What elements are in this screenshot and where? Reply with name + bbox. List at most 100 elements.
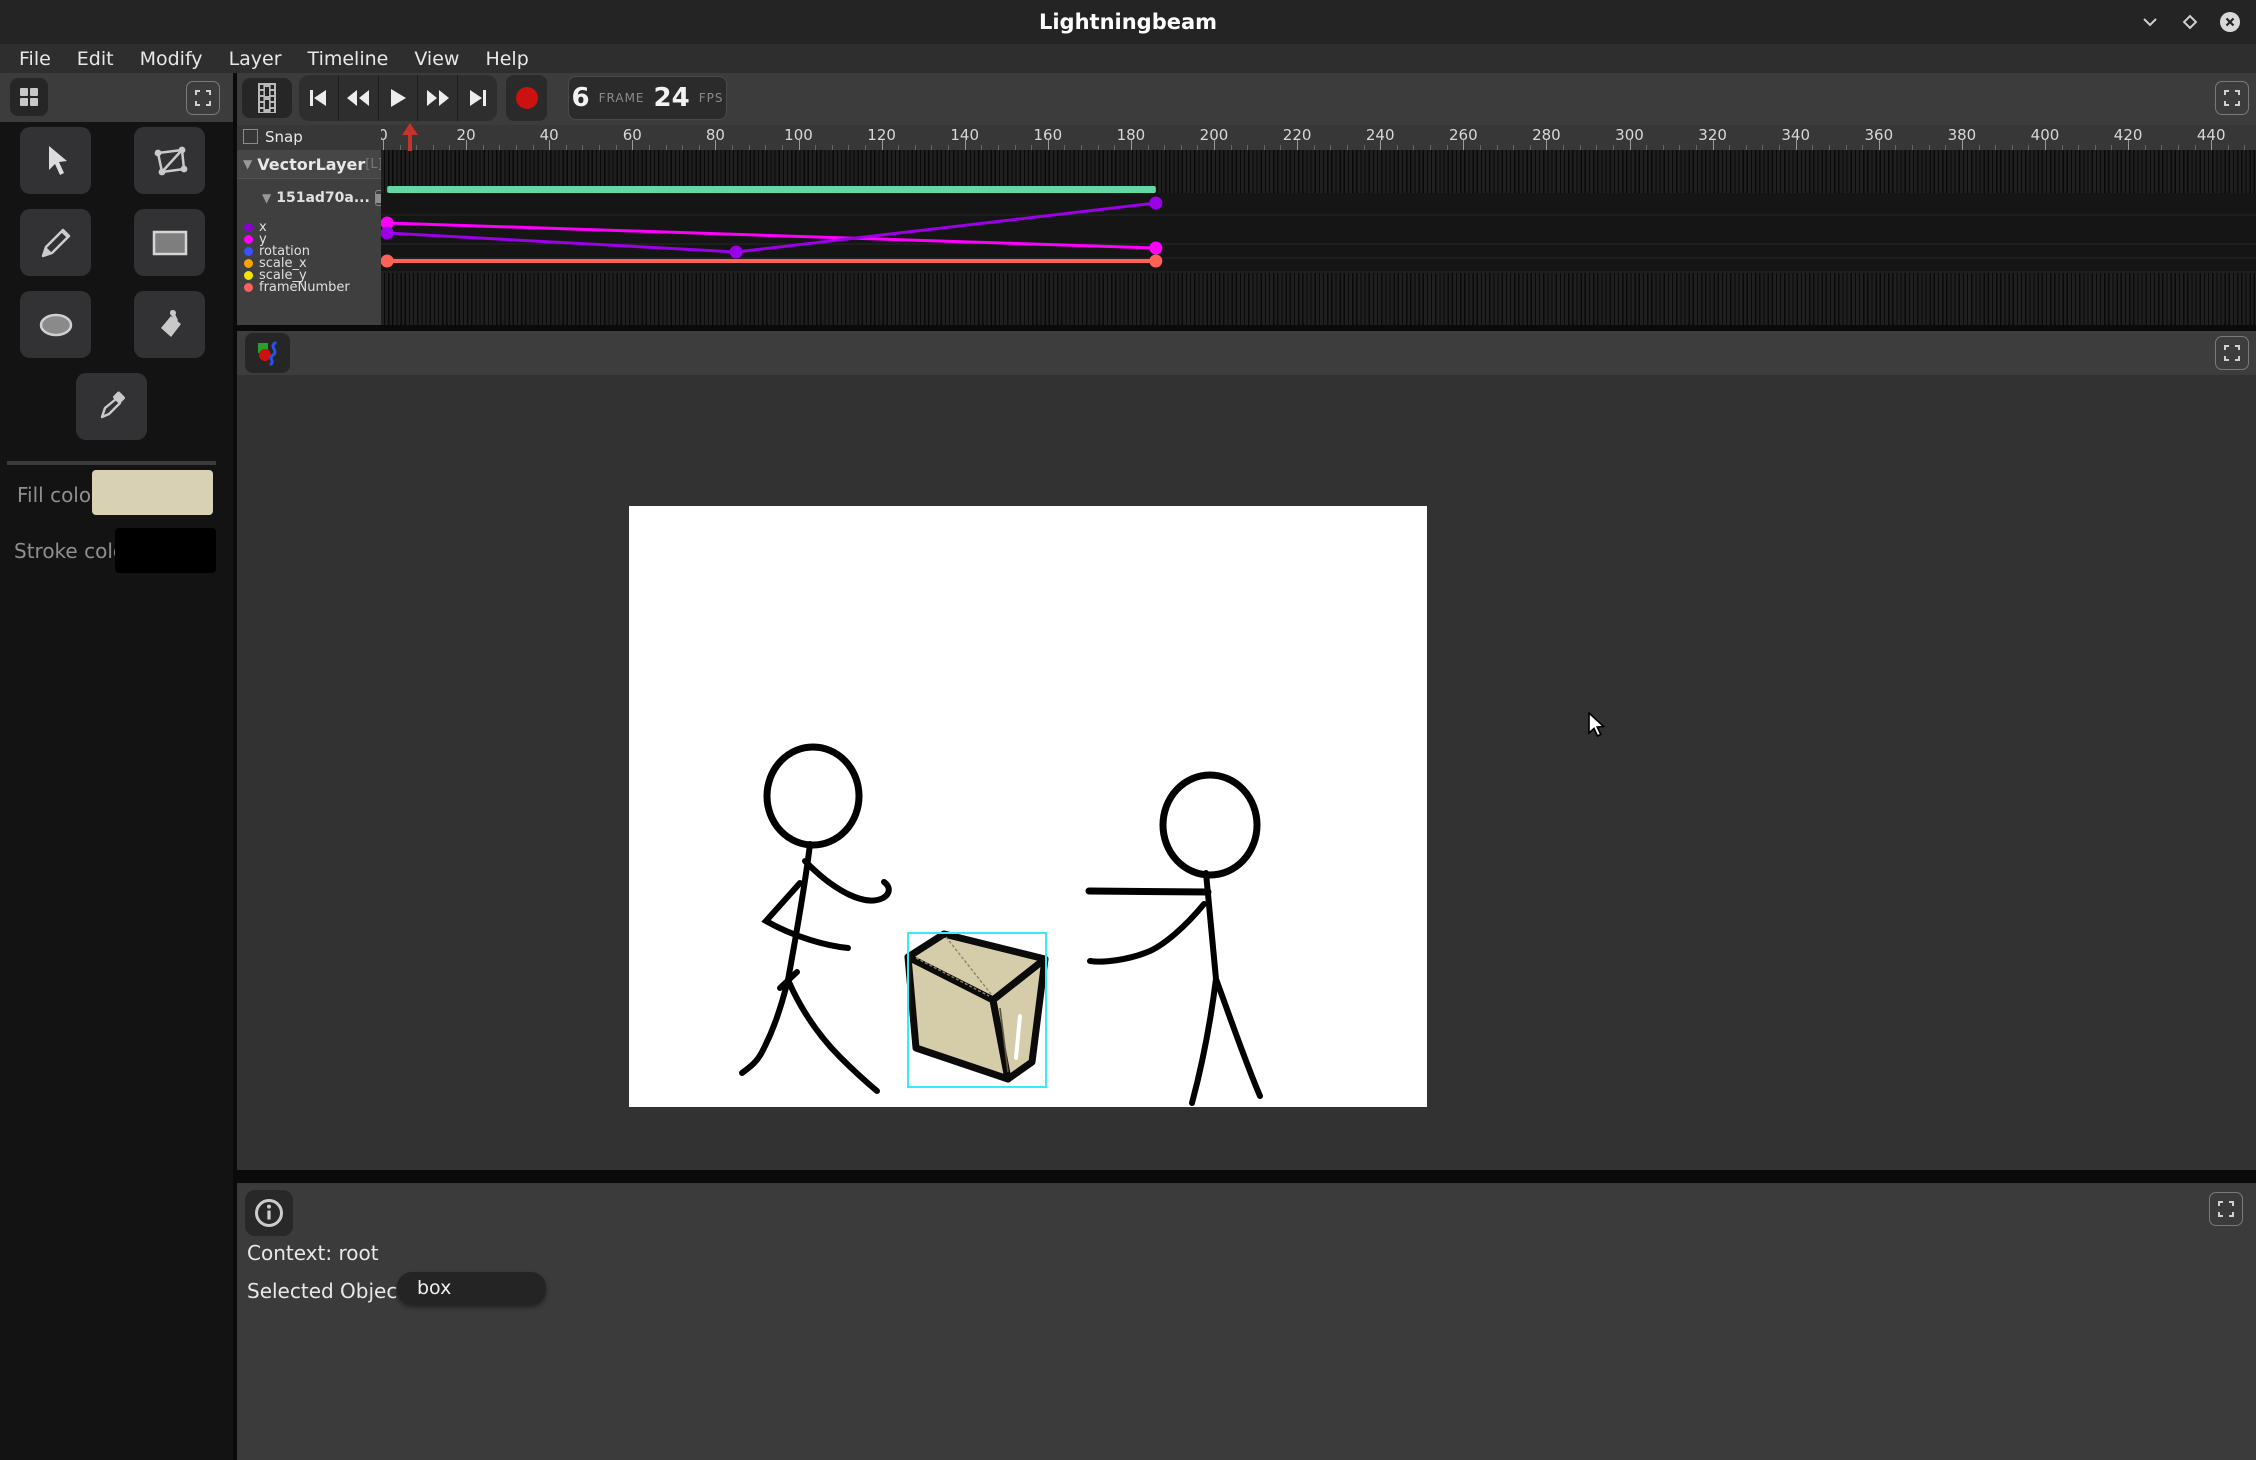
menu-layer[interactable]: Layer xyxy=(216,48,295,70)
ruler-label: 260 xyxy=(1449,126,1478,144)
mouse-cursor xyxy=(1587,712,1609,742)
minimize-chevron-icon[interactable] xyxy=(2138,10,2162,34)
timeline-expand-button[interactable] xyxy=(2215,81,2249,115)
play-button[interactable] xyxy=(379,75,419,121)
box-object xyxy=(908,933,1046,1087)
selected-object-value[interactable]: box xyxy=(397,1272,546,1304)
stick-figure-left xyxy=(742,747,889,1091)
rewind-button[interactable] xyxy=(339,75,379,121)
tools-panel-expand-button[interactable] xyxy=(186,81,220,115)
record-button[interactable] xyxy=(506,75,547,121)
ruler-label: 220 xyxy=(1283,126,1312,144)
object-row[interactable]: ▼ 151ad70a... ~ xyxy=(237,186,381,210)
ruler-label: 240 xyxy=(1366,126,1395,144)
record-icon xyxy=(515,86,539,110)
snap-checkbox[interactable] xyxy=(243,129,258,144)
inspector-expand-button[interactable] xyxy=(2209,1192,2243,1226)
canvas-body[interactable] xyxy=(237,375,2256,1170)
eyedropper-icon xyxy=(96,391,128,423)
layer-row-vectorlayer[interactable]: ▼ VectorLayer [L] xyxy=(237,150,381,179)
ruler-label: 440 xyxy=(2197,126,2226,144)
layer-name: VectorLayer xyxy=(257,155,365,174)
rectangle-tool-button[interactable] xyxy=(134,209,205,276)
timeline-ruler[interactable]: 0204060801001201401601802002202402602803… xyxy=(381,125,2256,150)
info-button[interactable] xyxy=(245,1190,293,1236)
property-color-dot xyxy=(244,271,253,280)
skip-to-start-button[interactable] xyxy=(299,75,339,121)
close-icon[interactable] xyxy=(2218,10,2242,34)
paint-bucket-icon xyxy=(153,308,187,342)
transform-icon xyxy=(152,145,188,177)
titlebar: Lightningbeam xyxy=(0,0,2256,44)
menu-help[interactable]: Help xyxy=(472,48,541,70)
ruler-label: 60 xyxy=(623,126,642,144)
menu-timeline[interactable]: Timeline xyxy=(295,48,402,70)
property-row-frameNumber[interactable]: frameNumber xyxy=(237,281,350,294)
shapes-icon xyxy=(255,340,281,366)
timeline-panel: 6 FRAME 24 FPS Snap 02040608010012014016… xyxy=(237,73,2256,325)
canvas-expand-button[interactable] xyxy=(2215,336,2249,370)
ruler-label: 0 xyxy=(381,126,388,144)
ruler-label: 280 xyxy=(1532,126,1561,144)
canvas-header xyxy=(237,331,2256,375)
fast-forward-button[interactable] xyxy=(418,75,458,121)
select-tool-button[interactable] xyxy=(20,127,91,194)
menu-view[interactable]: View xyxy=(401,48,472,70)
ruler-label: 20 xyxy=(457,126,476,144)
transform-tool-button[interactable] xyxy=(134,127,205,194)
ruler-label: 140 xyxy=(950,126,979,144)
property-color-dot xyxy=(244,283,253,292)
animation-stage[interactable] xyxy=(629,506,1427,1107)
layer-column: ▼ VectorLayer [L] ▼ 151ad70a... ~ xyrota… xyxy=(237,150,381,325)
object-collapse-triangle-icon[interactable]: ▼ xyxy=(262,191,271,205)
ruler-label: 40 xyxy=(540,126,559,144)
property-color-dot xyxy=(244,247,253,256)
stroke-color-swatch[interactable] xyxy=(115,528,216,573)
ruler-label: 380 xyxy=(1948,126,1977,144)
ellipse-tool-button[interactable] xyxy=(20,291,91,358)
pencil-icon xyxy=(39,226,73,260)
context-text: Context: root xyxy=(247,1241,379,1265)
menu-file[interactable]: File xyxy=(6,48,64,70)
playhead-icon xyxy=(402,123,418,151)
skip-to-end-button[interactable] xyxy=(458,75,497,121)
menu-modify[interactable]: Modify xyxy=(127,48,216,70)
ruler-label: 200 xyxy=(1200,126,1229,144)
tools-sidebar: Fill color: Stroke color: xyxy=(0,73,233,1460)
ruler-label: 160 xyxy=(1033,126,1062,144)
timeline-tracks[interactable] xyxy=(381,150,2256,325)
layer-collapse-triangle-icon[interactable]: ▼ xyxy=(243,157,252,171)
film-strip-button[interactable] xyxy=(242,78,292,118)
pencil-tool-button[interactable] xyxy=(20,209,91,276)
ruler-label: 180 xyxy=(1117,126,1146,144)
playback-controls xyxy=(299,75,497,121)
panel-grid-icon[interactable] xyxy=(10,78,48,116)
shapes-tool-button[interactable] xyxy=(245,333,290,373)
stick-figure-right xyxy=(1089,775,1260,1103)
ruler-label: 100 xyxy=(784,126,813,144)
paint-bucket-tool-button[interactable] xyxy=(134,291,205,358)
film-strip-icon xyxy=(256,82,278,114)
frame-fps-display: 6 FRAME 24 FPS xyxy=(568,76,727,120)
window-controls xyxy=(2138,10,2242,34)
fps-caption: FPS xyxy=(699,91,724,105)
canvas-panel xyxy=(237,331,2256,1170)
snap-label: Snap xyxy=(265,128,303,146)
ruler-label: 320 xyxy=(1698,126,1727,144)
ruler-label: 420 xyxy=(2114,126,2143,144)
timeline-header: 6 FRAME 24 FPS xyxy=(237,73,2256,125)
tools-panel-header xyxy=(0,73,233,122)
maximize-diamond-icon[interactable] xyxy=(2178,10,2202,34)
menu-edit[interactable]: Edit xyxy=(64,48,127,70)
frame-caption: FRAME xyxy=(599,91,645,105)
rectangle-icon xyxy=(151,229,189,257)
property-color-dot xyxy=(244,223,253,232)
selected-object-label: Selected Object xyxy=(247,1279,405,1303)
fill-color-swatch[interactable] xyxy=(92,470,213,515)
eyedropper-tool-button[interactable] xyxy=(76,373,147,440)
info-icon xyxy=(254,1198,284,1228)
ellipse-icon xyxy=(37,311,75,339)
inspector-panel: Context: root Selected Object box xyxy=(237,1183,2256,1460)
property-name: frameNumber xyxy=(259,280,350,295)
playhead[interactable] xyxy=(402,123,418,151)
